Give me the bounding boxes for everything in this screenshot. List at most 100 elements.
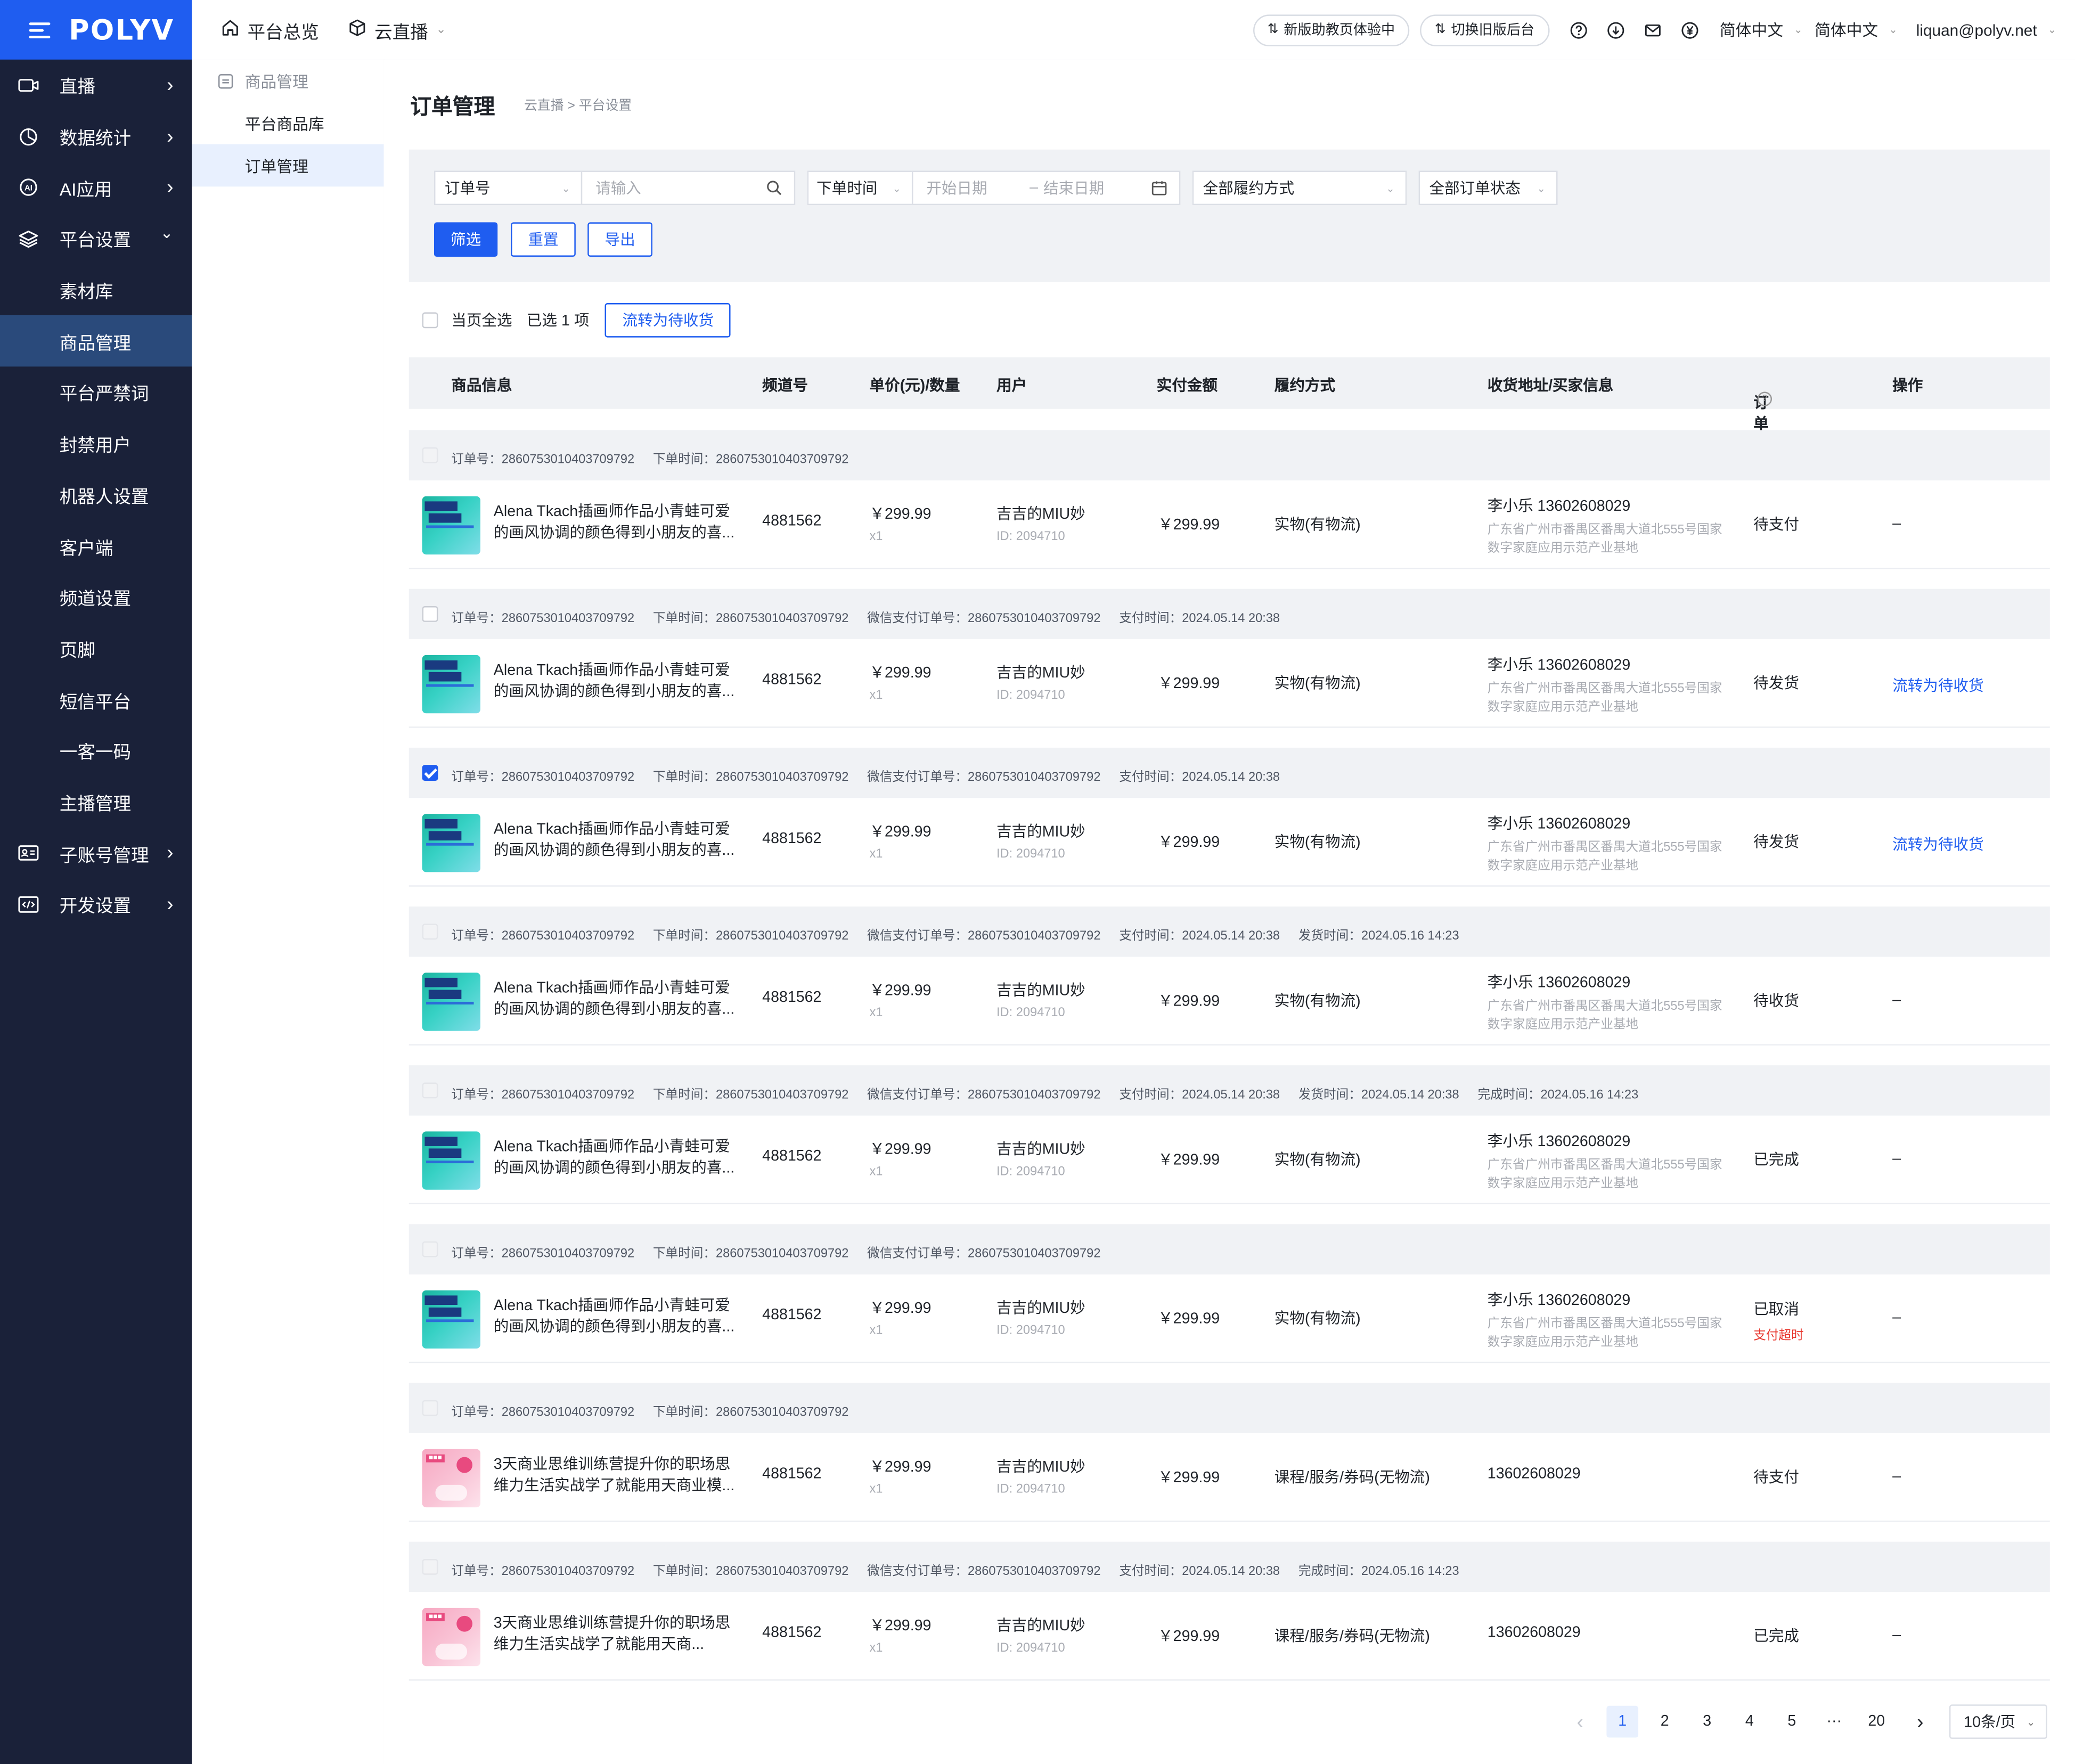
bulk-transfer-button[interactable]: 流转为待收货: [605, 303, 731, 338]
order-checkbox[interactable]: [422, 765, 438, 781]
product-name[interactable]: Alena Tkach插画师作品小青蛙可爱 的画风协调的颜色得到小朋友的喜...: [494, 978, 740, 1020]
sidebar-subitem-7[interactable]: 页脚: [0, 623, 192, 674]
buyer-name-phone: 13602608029: [1487, 1466, 1581, 1482]
user-id: ID: 2094710: [996, 1641, 1065, 1656]
product-name[interactable]: Alena Tkach插画师作品小青蛙可爱 的画风协调的颜色得到小朋友的喜...: [494, 502, 740, 544]
question-icon[interactable]: ?: [1757, 391, 1772, 406]
product-name[interactable]: 3天商业思维训练营提升你的职场思 维力生活实战学了就能用天商业模...: [494, 1455, 740, 1497]
product-thumbnail[interactable]: ■■■: [422, 1607, 480, 1667]
old-version-button[interactable]: ⇅ 切换旧版后台: [1420, 14, 1549, 46]
product-thumbnail[interactable]: ▆▆▆▆ ▆▆▆▆: [422, 1131, 480, 1190]
sidebar-subitem-9[interactable]: 一客一码: [0, 725, 192, 776]
sidebar-item-items-0[interactable]: 直播 ›: [0, 60, 192, 111]
top-nav-home[interactable]: 平台总览: [221, 17, 319, 43]
address-line: 广东省广州市番禺区番禺大道北555号国家: [1487, 999, 1722, 1014]
secondary-menu: 商品管理 平台商品库 订单管理: [192, 59, 386, 1764]
next-page-button[interactable]: ›: [1904, 1706, 1936, 1738]
language-select-2[interactable]: 简体中文 ⌄: [1815, 19, 1898, 41]
sidebar-subitem-6[interactable]: 频道设置: [0, 571, 192, 623]
page-button-6[interactable]: 20: [1860, 1706, 1892, 1738]
order-meta-field: 发货时间：2024.05.16 14:23: [1298, 929, 1459, 944]
product-name[interactable]: Alena Tkach插画师作品小青蛙可爱 的画风协调的颜色得到小朋友的喜...: [494, 819, 740, 862]
quantity: x1: [869, 1641, 883, 1656]
new-version-button[interactable]: ⇅ 新版助教页体验中: [1253, 14, 1410, 46]
select-all-label[interactable]: 当页全选: [451, 309, 512, 331]
channel-id: 4881562: [762, 831, 822, 847]
sidebar-subitem-5[interactable]: 客户端: [0, 520, 192, 571]
unit-price: ￥299.99: [869, 507, 932, 523]
help-icon[interactable]: [1569, 21, 1588, 39]
page-button-1[interactable]: 2: [1649, 1706, 1681, 1738]
select-all-checkbox[interactable]: [422, 312, 438, 329]
prev-page-button[interactable]: ‹: [1564, 1706, 1596, 1738]
chevron-down-icon: ⌄: [561, 182, 570, 194]
reset-button[interactable]: 重置: [511, 222, 576, 257]
yen-icon[interactable]: [1680, 21, 1698, 39]
page-size-select[interactable]: 10条/页 ⌄: [1949, 1704, 2047, 1739]
language-select-1[interactable]: 简体中文 ⌄: [1720, 19, 1803, 41]
top-nav-live[interactable]: 云直播 ⌄: [348, 17, 446, 43]
sidebar-item-items-1[interactable]: 数据统计 ›: [0, 111, 192, 162]
search-input[interactable]: 请输入: [581, 170, 796, 206]
product-name[interactable]: Alena Tkach插画师作品小青蛙可爱 的画风协调的颜色得到小朋友的喜...: [494, 1296, 740, 1338]
main-sidebar: POLYV 直播 › 数据统计 › AI AI应用 › 平台设置 ⌄ 素材库 商品管理 平台严禁词 封禁…: [0, 0, 192, 1764]
transfer-to-receiving-link[interactable]: 流转为待收货: [1892, 834, 1983, 855]
thumb-art: [456, 1615, 473, 1632]
fulfillment-select[interactable]: 全部履约方式 ⌄: [1192, 170, 1407, 206]
filter-button[interactable]: 筛选: [434, 222, 498, 257]
thumb-art: ▆▆▆▆: [424, 816, 458, 829]
page-button-5[interactable]: ···: [1818, 1706, 1850, 1738]
search-field-select[interactable]: 订单号 ⌄: [434, 170, 583, 206]
user-menu[interactable]: liquan@polyv.net ⌄: [1916, 21, 2057, 39]
start-date-input[interactable]: 开始日期: [926, 177, 987, 199]
submenu-item-0[interactable]: 平台商品库: [192, 102, 383, 144]
sidebar-subitem-2[interactable]: 平台严禁词: [0, 367, 192, 418]
page-button-3[interactable]: 4: [1734, 1706, 1766, 1738]
sidebar-subitem-0[interactable]: 素材库: [0, 264, 192, 315]
sidebar-subitem-4[interactable]: 机器人设置: [0, 469, 192, 520]
sidebar-item-items-2[interactable]: AI AI应用 ›: [0, 162, 192, 213]
mail-icon[interactable]: [1643, 21, 1662, 39]
pie-chart-icon: [16, 126, 40, 147]
address-line: 数字家庭应用示范产业基地: [1487, 859, 1639, 873]
product-thumbnail[interactable]: ■■■: [422, 1449, 480, 1508]
order-meta-field: 支付时间：2024.05.14 20:38: [1119, 770, 1280, 785]
sidebar-subitem-10[interactable]: 主播管理: [0, 777, 192, 828]
sidebar-item-items-3[interactable]: 平台设置 ⌄: [0, 213, 192, 264]
thumb-art: [426, 684, 474, 687]
order-row: ■■■ 3天商业思维训练营提升你的职场思 维力生活实战学了就能用天商业模... 488…: [409, 1433, 2050, 1522]
product-name[interactable]: Alena Tkach插画师作品小青蛙可爱 的画风协调的颜色得到小朋友的喜...: [494, 660, 740, 703]
product-name[interactable]: Alena Tkach插画师作品小青蛙可爱 的画风协调的颜色得到小朋友的喜...: [494, 1137, 740, 1179]
product-thumbnail[interactable]: ▆▆▆▆ ▆▆▆▆: [422, 1290, 480, 1349]
product-thumbnail[interactable]: ▆▆▆▆ ▆▆▆▆: [422, 973, 480, 1031]
end-date-input[interactable]: 结束日期: [1043, 177, 1104, 199]
export-button[interactable]: 导出: [587, 222, 652, 257]
thumb-art: [426, 843, 474, 846]
sidebar-item-bottom_items-0[interactable]: 子账号管理 ›: [0, 828, 192, 879]
sidebar-subitem-3[interactable]: 封禁用户: [0, 418, 192, 469]
sidebar-subitem-8[interactable]: 短信平台: [0, 674, 192, 725]
download-icon[interactable]: [1606, 21, 1624, 39]
product-thumbnail[interactable]: ▆▆▆▆ ▆▆▆▆: [422, 814, 480, 872]
sidebar-subitem-1[interactable]: 商品管理: [0, 315, 192, 367]
transfer-to-receiving-link[interactable]: 流转为待收货: [1892, 675, 1983, 696]
time-type-select[interactable]: 下单时间 ⌄: [807, 170, 913, 206]
menu-toggle-icon[interactable]: [29, 21, 51, 38]
order-checkbox[interactable]: [422, 606, 438, 622]
product-thumbnail[interactable]: ▆▆▆▆ ▆▆▆▆: [422, 655, 480, 714]
date-range-picker[interactable]: 开始日期 – 结束日期: [911, 170, 1181, 206]
submenu-list: 平台商品库 订单管理: [192, 102, 384, 187]
submenu-item-1[interactable]: 订单管理: [192, 144, 384, 187]
page-button-4[interactable]: 5: [1776, 1706, 1808, 1738]
search-icon[interactable]: [766, 180, 782, 200]
order-status: 已完成: [1753, 1625, 1799, 1646]
status-select[interactable]: 全部订单状态 ⌄: [1418, 170, 1558, 206]
user-name: 吉吉的MIU妙: [996, 824, 1085, 840]
sidebar-item-bottom_items-1[interactable]: 开发设置 ›: [0, 879, 192, 930]
order-checkbox: [422, 1241, 438, 1257]
product-thumbnail[interactable]: ▆▆▆▆ ▆▆▆▆: [422, 496, 480, 555]
product-name[interactable]: 3天商业思维训练营提升你的职场思 维力生活实战学了就能用天商...: [494, 1613, 740, 1656]
page-button-2[interactable]: 3: [1691, 1706, 1723, 1738]
page-button-0[interactable]: 1: [1606, 1705, 1639, 1738]
unit-price: ￥299.99: [869, 665, 932, 682]
